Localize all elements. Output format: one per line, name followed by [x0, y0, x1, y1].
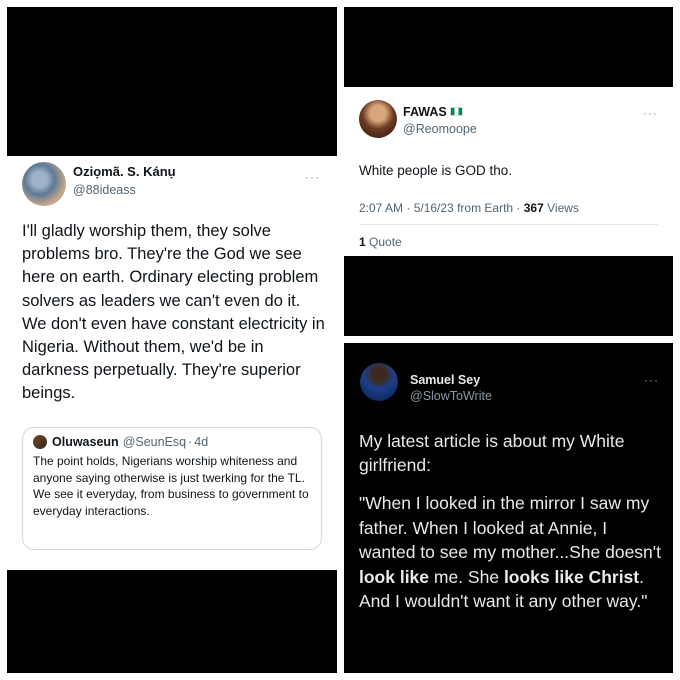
author-handle[interactable]: @SlowToWrite	[410, 389, 492, 403]
tweet-card-left: Oziọmã. S. Kánụ @88ideass ··· I'll gladl…	[7, 156, 337, 568]
views-label: Views	[543, 201, 579, 215]
tweet-meta: 2:07 AM · 5/16/23 from Earth · 367 Views	[359, 201, 579, 215]
tweet-quote-text: "When I looked in the mirror I saw my fa…	[359, 491, 664, 614]
redaction-block-bottom-left	[7, 570, 337, 673]
quoted-avatar	[33, 435, 47, 449]
redaction-block-top-right	[344, 7, 673, 87]
divider	[359, 224, 658, 225]
nigeria-flag-icon	[449, 107, 463, 116]
redaction-block-middle-right	[344, 256, 673, 336]
more-options-icon[interactable]: ···	[305, 170, 320, 184]
tweet-text: I'll gladly worship them, they solve pro…	[22, 222, 325, 403]
avatar[interactable]	[360, 363, 398, 401]
quoted-tweet[interactable]: Oluwaseun @SeunEsq · 4d The point holds,…	[22, 427, 322, 550]
author-name[interactable]: FAWAS	[403, 105, 463, 119]
more-options-icon[interactable]: ···	[644, 373, 659, 387]
more-options-icon[interactable]: ···	[643, 106, 658, 120]
quote-stats[interactable]: 1 Quote	[359, 235, 402, 249]
quoted-tweet-header: Oluwaseun @SeunEsq · 4d	[33, 435, 311, 449]
timestamp[interactable]: 2:07 AM · 5/16/23 from Earth ·	[359, 201, 524, 215]
avatar[interactable]	[359, 100, 397, 138]
quote-label: Quote	[365, 235, 402, 249]
quote-bold-2: looks like Christ	[503, 566, 640, 587]
avatar[interactable]	[22, 162, 66, 206]
author-handle[interactable]: @88ideass	[73, 183, 136, 197]
quoted-text-line1: The point holds, Nigerians worship white…	[33, 454, 305, 485]
views-count: 367	[523, 201, 544, 215]
quoted-text-line2: We see it everyday, from business to gov…	[33, 487, 309, 518]
tweet-card-bottom-right: Samuel Sey @SlowToWrite ··· My latest ar…	[344, 343, 673, 673]
redaction-block-top-left	[7, 7, 337, 156]
author-handle[interactable]: @Reomoope	[403, 122, 477, 136]
tweet-text-intro: My latest article is about my White girl…	[359, 431, 625, 475]
tweet-text: White people is GOD tho.	[359, 163, 513, 178]
quote-bold-1: look like	[359, 566, 430, 587]
quoted-author-handle: @SeunEsq	[122, 435, 187, 449]
quote-part-1: "When I looked in the mirror I saw my fa…	[359, 493, 661, 562]
quoted-author-name: Oluwaseun	[52, 435, 119, 449]
author-name[interactable]: Samuel Sey	[410, 373, 480, 387]
quoted-time: 4d	[194, 435, 209, 449]
quote-count: 1	[359, 235, 366, 249]
author-name[interactable]: Oziọmã. S. Kánụ	[73, 164, 176, 179]
quoted-separator: ·	[188, 435, 193, 449]
author-name-text: FAWAS	[403, 105, 447, 119]
quote-part-2: me. She	[429, 566, 504, 587]
tweet-card-top-right: FAWAS @Reomoope ··· White people is GOD …	[344, 87, 673, 256]
